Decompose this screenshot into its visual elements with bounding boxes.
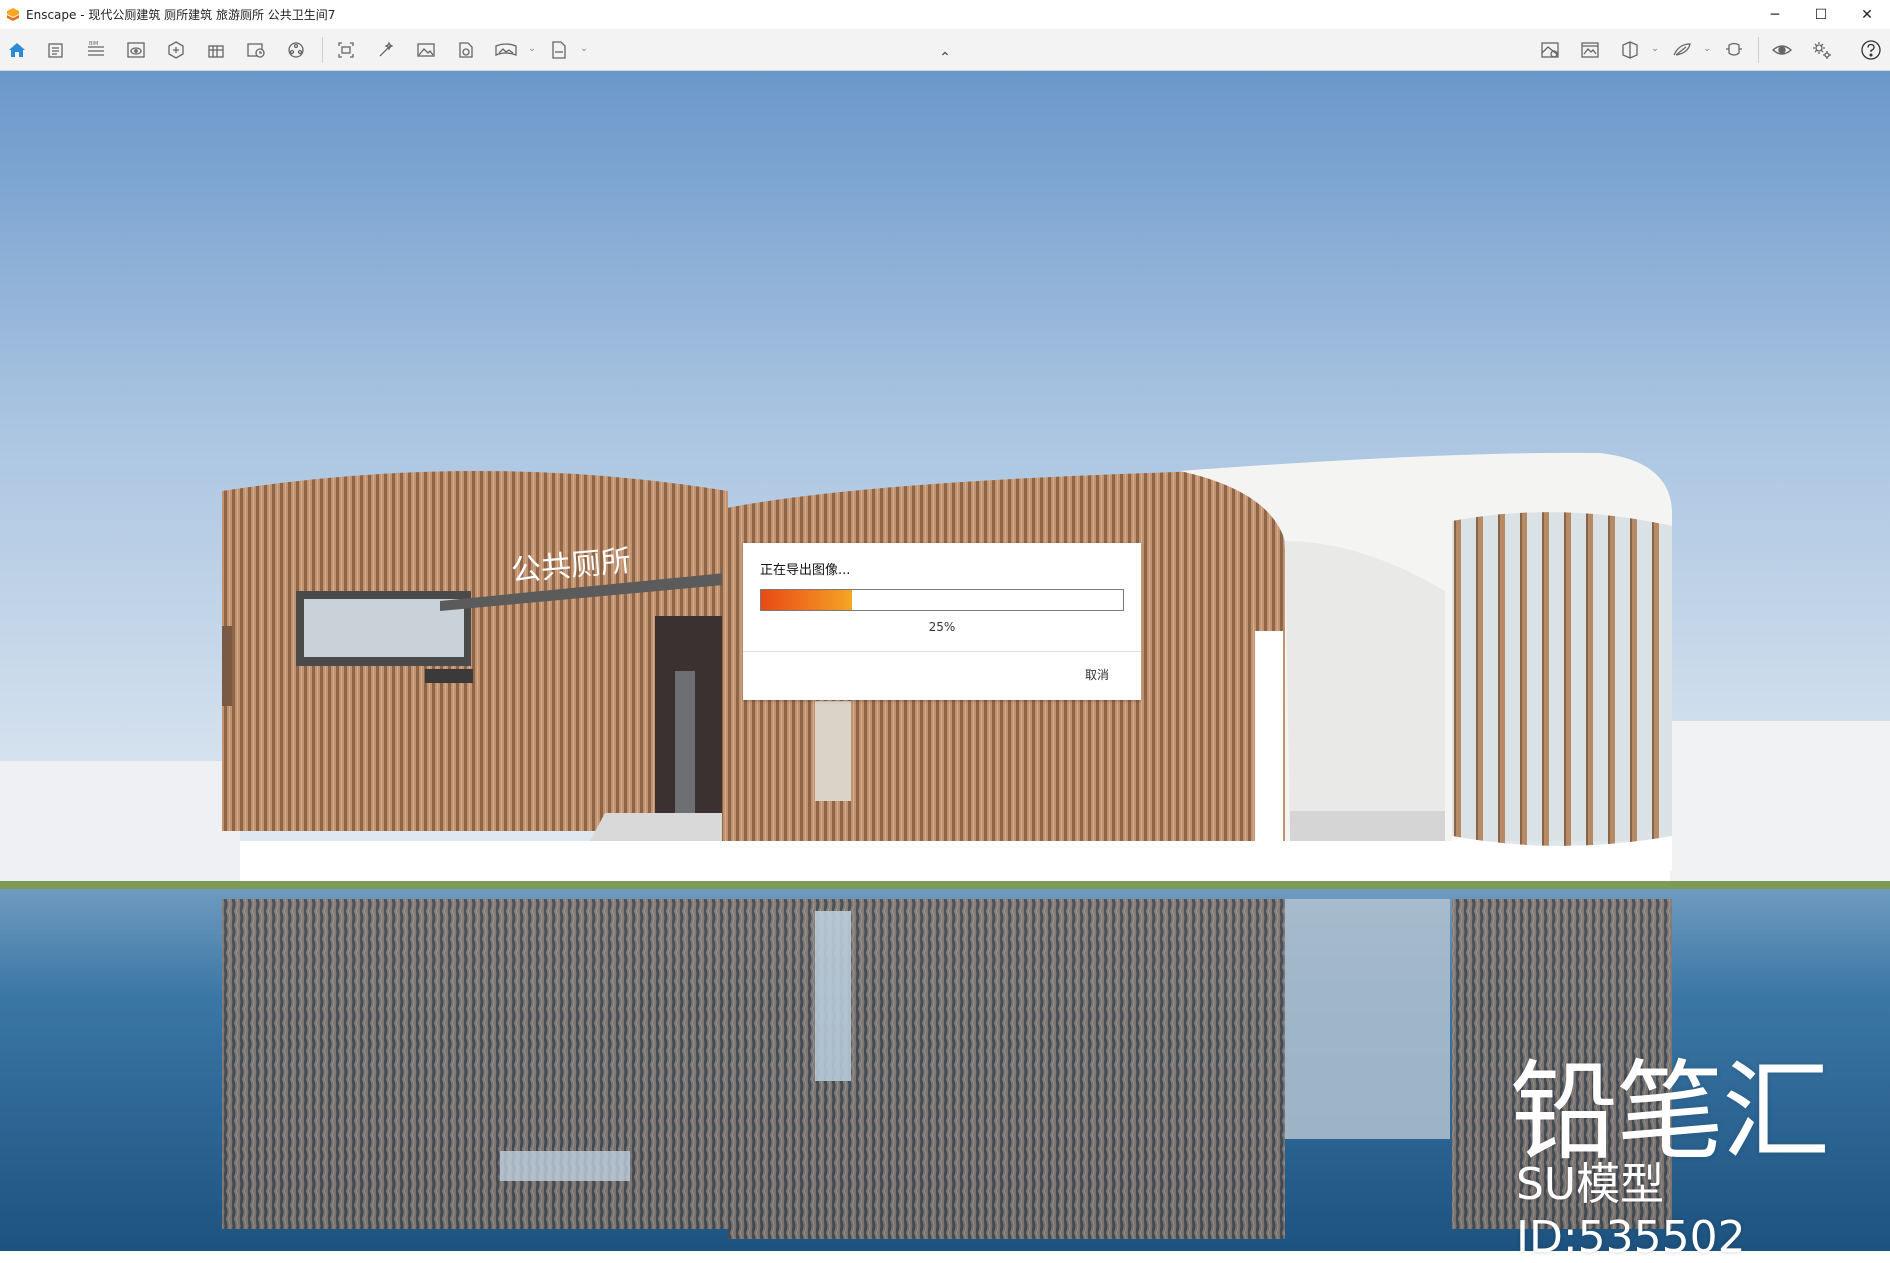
orthographic-view-button[interactable] <box>1768 36 1796 64</box>
sun-dropdown[interactable]: ⌄ <box>1702 39 1712 59</box>
help-button[interactable] <box>1857 36 1885 64</box>
notes-button[interactable] <box>42 36 70 64</box>
enscape-toolbar: BIM ⌄ ⌄ ⌃ ⌄ ⌄ <box>0 29 1890 71</box>
export-dropdown[interactable]: ⌄ <box>579 39 589 59</box>
video-editor-button[interactable] <box>282 36 310 64</box>
enscape-logo-icon <box>7 7 19 21</box>
cancel-button[interactable]: 取消 <box>1085 666 1109 683</box>
sketch-mode-button[interactable] <box>372 36 400 64</box>
progress-percent: 25% <box>928 620 956 634</box>
settings-icon <box>1813 42 1831 59</box>
progress-fill <box>761 590 852 610</box>
visual-settings-button[interactable] <box>122 36 150 64</box>
export-progress-bar <box>760 589 1124 611</box>
collapse-toolbar-button[interactable]: ⌃ <box>934 49 956 67</box>
views-button[interactable] <box>202 36 230 64</box>
minimap-button[interactable] <box>1536 36 1564 64</box>
views-icon <box>208 45 224 58</box>
asset-library-button[interactable] <box>162 36 190 64</box>
orthographic-view-icon <box>1771 45 1793 55</box>
render-image-icon <box>417 43 435 57</box>
batch-render-button[interactable] <box>332 36 360 64</box>
asset-library-icon <box>168 41 184 59</box>
video-editor-icon <box>288 42 304 58</box>
notes-icon <box>48 43 63 58</box>
sketch-mode-icon <box>379 41 394 57</box>
minimize-button[interactable]: ─ <box>1752 0 1798 29</box>
home-button[interactable] <box>3 36 31 64</box>
section-button[interactable] <box>1616 36 1644 64</box>
window-title: Enscape - 现代公厕建筑 厕所建筑 旅游厕所 公共卫生间7 <box>26 8 336 22</box>
render-image-button[interactable] <box>412 36 440 64</box>
section-dropdown[interactable]: ⌄ <box>1650 39 1660 59</box>
vr-headset-button[interactable] <box>1720 36 1748 64</box>
home-icon <box>9 43 25 57</box>
chevron-up-icon: ⌃ <box>939 50 951 66</box>
maximize-button[interactable]: ☐ <box>1798 0 1844 29</box>
export-icon <box>552 41 566 59</box>
batch-render-icon <box>338 42 354 58</box>
title-bar: Enscape - 现代公厕建筑 厕所建筑 旅游厕所 公共卫生间7 ─ ☐ ✕ <box>0 0 1890 29</box>
panorama-icon <box>495 43 517 56</box>
export-progress-dialog: 正在导出图像... 25% 取消 <box>743 543 1141 700</box>
open-folder-icon <box>459 42 473 58</box>
sun-icon <box>1673 43 1691 56</box>
settings-button[interactable] <box>1808 36 1836 64</box>
panorama-button[interactable] <box>492 36 520 64</box>
minimap-icon <box>1541 42 1559 58</box>
section-icon <box>1622 41 1638 59</box>
sun-button[interactable] <box>1668 36 1696 64</box>
dialog-divider <box>743 651 1141 652</box>
export-message: 正在导出图像... <box>760 563 851 578</box>
image-viewer-button[interactable] <box>1576 36 1604 64</box>
visual-settings-icon <box>127 42 145 58</box>
capture-icon <box>247 43 265 58</box>
model-id-watermark: SU模型ID:535502 <box>1516 1159 1746 1263</box>
capture-button[interactable] <box>242 36 270 64</box>
svg-text:BIM: BIM <box>89 41 98 47</box>
close-button[interactable]: ✕ <box>1844 0 1890 29</box>
bim-button[interactable]: BIM <box>82 36 110 64</box>
open-folder-button[interactable] <box>452 36 480 64</box>
bim-list-icon: BIM <box>88 41 104 56</box>
vr-headset-icon <box>1726 42 1742 56</box>
image-viewer-icon <box>1581 42 1599 58</box>
export-button[interactable] <box>545 36 573 64</box>
help-icon <box>1861 40 1881 60</box>
panorama-dropdown[interactable]: ⌄ <box>527 39 537 59</box>
